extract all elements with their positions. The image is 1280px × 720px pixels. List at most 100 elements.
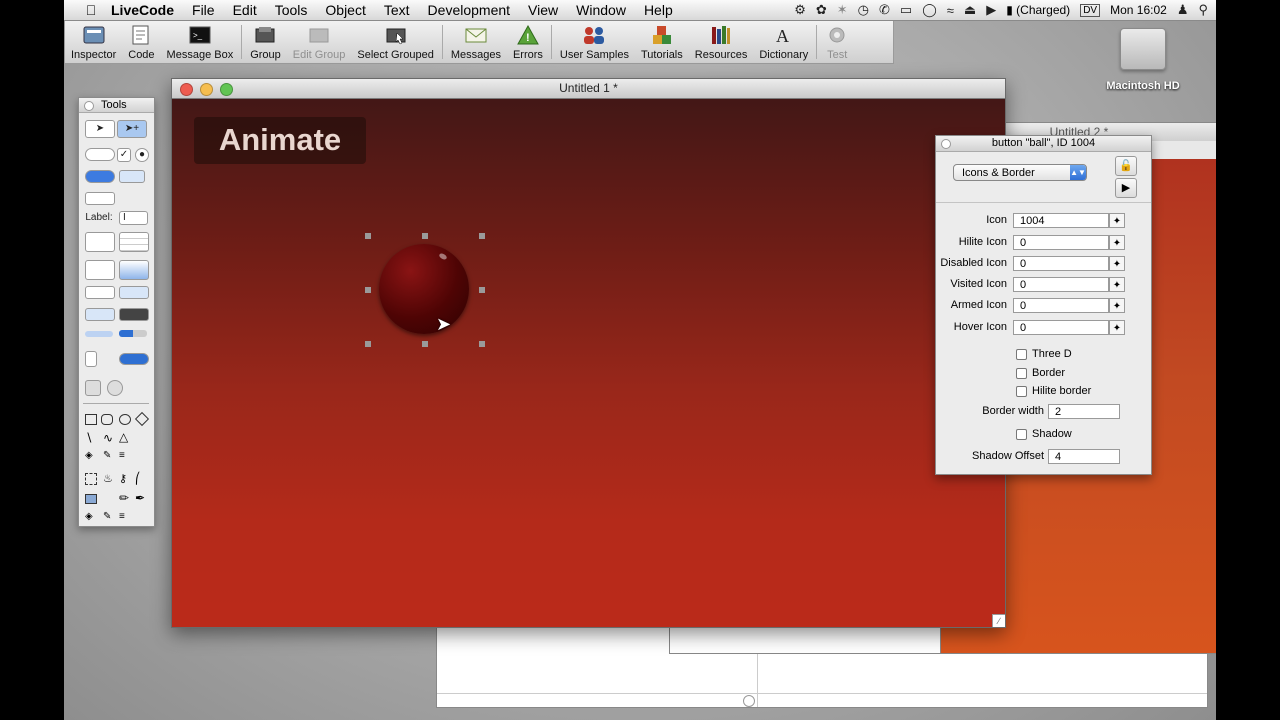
section-popup-menu[interactable]: Icons & Border ▲▼ <box>953 164 1087 181</box>
paint-fill-color-icon[interactable]: ◈ <box>85 511 93 522</box>
close-icon[interactable] <box>180 83 193 96</box>
armed-icon-picker-wand-icon[interactable]: ✦ <box>1109 298 1125 313</box>
visited-icon-picker-wand-icon[interactable]: ✦ <box>1109 277 1125 292</box>
curve-tool-icon[interactable]: ∿ <box>103 431 113 445</box>
eraser-tool-icon[interactable]: ⎛ <box>135 472 141 485</box>
line-tool-icon[interactable]: ∖ <box>85 431 93 445</box>
inspector-title-bar[interactable]: button "ball", ID 1004 <box>936 136 1151 152</box>
input-source[interactable]: DV <box>1080 3 1101 17</box>
window-title-bar[interactable]: Untitled 1 * <box>172 79 1005 99</box>
paint-line-size-icon[interactable]: ≡ <box>119 511 125 522</box>
menu-file[interactable]: File <box>183 2 224 18</box>
browse-tool-icon[interactable]: ➤ <box>85 120 115 138</box>
speech-icon[interactable]: ◯ <box>922 2 937 18</box>
wifi-icon[interactable]: ≈ <box>947 3 954 18</box>
toolbar-dictionary-button[interactable]: A Dictionary <box>753 21 814 61</box>
checkbox-box[interactable] <box>1016 385 1027 397</box>
bucket-tool-icon[interactable]: ♨ <box>103 472 113 485</box>
brush-tool-icon[interactable]: ✒ <box>135 491 145 505</box>
rounded-rect-tool-icon[interactable] <box>101 414 113 425</box>
combo-box-tool-icon[interactable] <box>85 286 115 299</box>
window-resize-icon[interactable]: ∕ <box>992 614 1005 627</box>
bluetooth-icon[interactable]: ✶ <box>837 2 848 18</box>
minimize-icon[interactable] <box>200 83 213 96</box>
disabled-icon-picker-wand-icon[interactable]: ✦ <box>1109 256 1125 271</box>
phone-icon[interactable]: ✆ <box>879 2 890 18</box>
script-icon[interactable]: ✿ <box>816 2 827 18</box>
pen-color-tool-icon[interactable]: ✎ <box>103 450 111 461</box>
fill-color-tool-icon[interactable]: ◈ <box>85 450 93 461</box>
untitled-1-window[interactable]: Untitled 1 * Animate ➤ ∕ <box>171 78 1006 628</box>
user-icon[interactable]: ♟ <box>1177 2 1189 18</box>
paint-pen-color-icon[interactable]: ✎ <box>103 511 111 522</box>
shadow-offset-field[interactable]: 4 <box>1048 449 1120 464</box>
checkbox-box[interactable] <box>1016 428 1027 440</box>
toolbar-select-grouped-button[interactable]: Select Grouped <box>351 21 439 61</box>
clock[interactable]: Mon 16:02 <box>1110 3 1167 17</box>
table-field-tool-icon[interactable] <box>119 232 149 252</box>
image-tool-icon[interactable] <box>85 380 101 396</box>
spray-tool-icon[interactable]: ⚷ <box>119 472 127 485</box>
stepper-tool-icon[interactable] <box>85 351 97 367</box>
paint-rect-tool-icon[interactable] <box>85 494 97 504</box>
polygon-tool-icon[interactable] <box>134 411 150 427</box>
volume-icon[interactable]: ▶ <box>986 2 996 18</box>
selection-handle[interactable] <box>365 233 371 239</box>
selection-handle[interactable] <box>365 287 371 293</box>
armed-icon-field[interactable]: 0 <box>1013 298 1109 313</box>
hilite-border-checkbox[interactable]: Hilite border <box>1016 384 1091 398</box>
toolbar-group-button[interactable]: Group <box>244 21 287 61</box>
disabled-icon-field[interactable]: 0 <box>1013 256 1109 271</box>
battery-status[interactable]: ▮ (Charged) <box>1006 3 1070 17</box>
select-paint-tool-icon[interactable] <box>85 473 97 485</box>
selection-handle[interactable] <box>479 233 485 239</box>
apple-menu-icon[interactable]:  <box>80 2 102 18</box>
menu-text[interactable]: Text <box>375 2 419 18</box>
resize-handle-icon[interactable] <box>743 695 755 707</box>
checkbox-tool-icon[interactable]: ✓ <box>117 148 131 162</box>
menu-development[interactable]: Development <box>419 2 520 18</box>
button-tool-icon[interactable] <box>85 148 115 161</box>
menu-object[interactable]: Object <box>316 2 374 18</box>
hover-icon-field[interactable]: 0 <box>1013 320 1109 335</box>
pencil-tool-icon[interactable]: ✏ <box>119 491 129 505</box>
popup-menu-tool-icon[interactable] <box>119 286 149 299</box>
checkbox-box[interactable] <box>1016 367 1027 379</box>
scrolling-field-tool-icon[interactable] <box>85 232 115 252</box>
default-button-tool-icon[interactable] <box>85 170 115 183</box>
list-field-tool-icon[interactable] <box>85 260 115 280</box>
palette-title-bar[interactable]: Tools <box>79 98 154 113</box>
player-tool-icon[interactable] <box>107 380 123 396</box>
field-tool[interactable]: I <box>119 211 148 225</box>
hilite-icon-field[interactable]: 0 <box>1013 235 1109 250</box>
scroll-tool-icon[interactable] <box>119 353 149 365</box>
stack-card[interactable]: Animate ➤ <box>172 99 1005 627</box>
toolbar-user-samples-button[interactable]: User Samples <box>554 21 635 61</box>
toolbar-resources-button[interactable]: Resources <box>689 21 754 61</box>
time-machine-icon[interactable]: ◷ <box>858 2 869 18</box>
toolbar-code-button[interactable]: Code <box>122 21 160 61</box>
three-d-checkbox[interactable]: Three D <box>1016 347 1072 361</box>
toolbar-tutorials-button[interactable]: Tutorials <box>635 21 689 61</box>
freehand-tool-icon[interactable]: △ <box>119 430 128 444</box>
menu-help[interactable]: Help <box>635 2 682 18</box>
palette-close-icon[interactable] <box>84 101 94 111</box>
visited-icon-field[interactable]: 0 <box>1013 277 1109 292</box>
pointer-tool-icon[interactable]: ➤+ <box>117 120 147 138</box>
slider-tool-icon[interactable] <box>85 331 113 337</box>
selection-handle[interactable] <box>479 287 485 293</box>
border-checkbox[interactable]: Border <box>1016 366 1065 380</box>
oval-tool-icon[interactable] <box>119 414 131 425</box>
zoom-icon[interactable] <box>220 83 233 96</box>
spotlight-icon[interactable]: ⚲ <box>1198 2 1208 18</box>
icon-picker-wand-icon[interactable]: ✦ <box>1109 213 1125 228</box>
menu-window[interactable]: Window <box>567 2 635 18</box>
play-icon[interactable]: ▶ <box>1115 178 1137 198</box>
pulldown-menu-tool-icon[interactable] <box>119 308 149 321</box>
toolbar-edit-group-button[interactable]: Edit Group <box>287 21 352 61</box>
menu-livecode[interactable]: LiveCode <box>102 2 183 18</box>
scrollbar-tool-icon[interactable] <box>119 260 149 280</box>
toolbar-inspector-button[interactable]: Inspector <box>65 21 122 61</box>
option-menu-tool-icon[interactable] <box>85 308 115 321</box>
toolbar-test-button[interactable]: Test <box>819 21 855 61</box>
